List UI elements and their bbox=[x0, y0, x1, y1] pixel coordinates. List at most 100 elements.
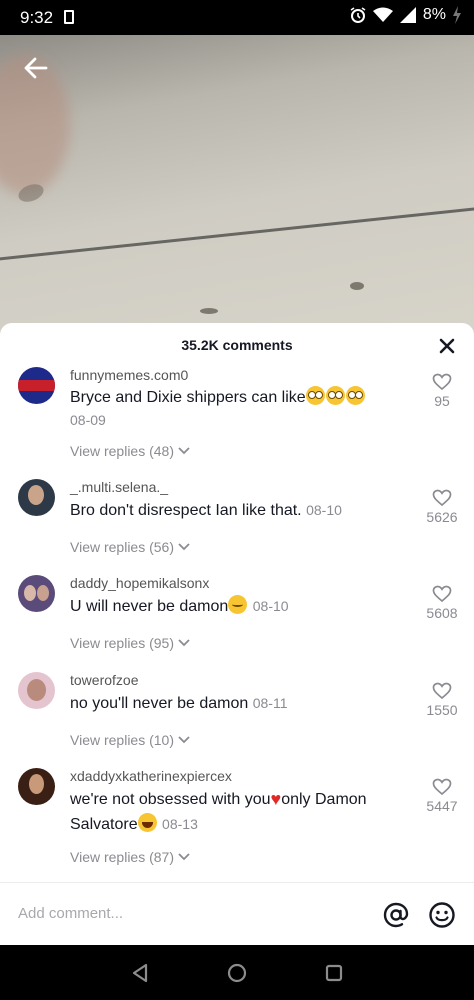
flushed-emoji-icon bbox=[345, 386, 365, 405]
video-frame-spot bbox=[350, 282, 364, 290]
heart-emoji-icon: ♥ bbox=[270, 789, 282, 809]
view-replies-label: View replies (56) bbox=[70, 539, 175, 555]
comment-text-content: Salvatore bbox=[70, 816, 138, 833]
comment-body: funnymemes.com0 Bryce and Dixie shippers… bbox=[70, 367, 418, 430]
wifi-icon bbox=[372, 7, 393, 22]
comment-text: we're not obsessed with you♥only Damon Sa… bbox=[70, 787, 418, 837]
avatar-logo-band bbox=[18, 380, 55, 391]
flushed-emoji-icon bbox=[325, 386, 345, 405]
alarm-icon bbox=[350, 7, 366, 23]
avatar[interactable] bbox=[18, 768, 55, 805]
status-bar: 9:32 8% bbox=[0, 0, 474, 35]
view-replies-button[interactable]: View replies (48) bbox=[70, 443, 190, 459]
like-count: 95 bbox=[434, 393, 450, 409]
comment-username[interactable]: funnymemes.com0 bbox=[70, 367, 418, 384]
like-button[interactable]: 95 bbox=[424, 373, 460, 409]
avatar-photo-shade bbox=[37, 585, 49, 601]
status-icons: 8% bbox=[349, 6, 462, 24]
comment-username[interactable]: _.multi.selena._ bbox=[70, 479, 418, 496]
charging-icon bbox=[453, 6, 461, 24]
view-replies-label: View replies (48) bbox=[70, 443, 175, 459]
comment-text-content: no you'll never be damon bbox=[70, 695, 249, 712]
comment-item: daddy_hopemikalsonx U will never be damo… bbox=[0, 575, 474, 635]
comment-date: 08-10 bbox=[306, 502, 342, 518]
avatar-photo-shade bbox=[24, 585, 36, 601]
comment-body: xdaddyxkatherinexpiercex we're not obses… bbox=[70, 768, 418, 837]
nav-back-icon[interactable] bbox=[128, 961, 152, 985]
comments-sheet: 35.2K comments funnymemes.com0 Bryce and… bbox=[0, 323, 474, 945]
signal-icon bbox=[399, 7, 416, 23]
view-replies-button[interactable]: View replies (56) bbox=[70, 539, 190, 555]
at-mention-icon[interactable] bbox=[382, 901, 410, 929]
comment-text: no you'll never be damon 08-11 bbox=[70, 691, 418, 716]
video-frame-stripe bbox=[0, 198, 474, 265]
chevron-down-icon bbox=[178, 853, 190, 861]
heart-outline-icon bbox=[432, 489, 452, 507]
view-replies-button[interactable]: View replies (87) bbox=[70, 849, 190, 865]
comment-text-content: Bro don't disrespect Ian like that. bbox=[70, 502, 302, 519]
comment-text: Bro don't disrespect Ian like that. 08-1… bbox=[70, 498, 418, 523]
view-replies-label: View replies (87) bbox=[70, 849, 175, 865]
heart-outline-icon bbox=[432, 682, 452, 700]
comment-username[interactable]: daddy_hopemikalsonx bbox=[70, 575, 418, 592]
avatar-photo-shade bbox=[28, 485, 44, 505]
system-nav-bar bbox=[0, 945, 474, 1000]
comment-date: 08-10 bbox=[252, 598, 289, 614]
add-comment-input[interactable]: Add comment... bbox=[18, 905, 123, 922]
comment-item: xdaddyxkatherinexpiercex we're not obses… bbox=[0, 768, 474, 858]
comment-input-bar: Add comment... bbox=[0, 882, 474, 945]
comment-item: towerofzoe no you'll never be damon 08-1… bbox=[0, 672, 474, 732]
heart-outline-icon bbox=[432, 373, 452, 391]
chevron-down-icon bbox=[178, 736, 190, 744]
video-frame-spot bbox=[200, 308, 218, 314]
view-replies-button[interactable]: View replies (10) bbox=[70, 732, 190, 748]
comment-text-content: U will never be damon bbox=[70, 598, 229, 615]
comment-item: _.multi.selena._ Bro don't disrespect Ia… bbox=[0, 479, 474, 539]
like-count: 5447 bbox=[426, 798, 458, 814]
avatar[interactable] bbox=[18, 479, 55, 516]
comment-username[interactable]: towerofzoe bbox=[70, 672, 418, 689]
comments-header: 35.2K comments bbox=[0, 323, 474, 369]
comment-date: 08-13 bbox=[162, 816, 198, 832]
heart-outline-icon bbox=[432, 585, 452, 603]
status-time: 9:32 bbox=[20, 8, 54, 27]
comment-date: 08-11 bbox=[252, 695, 288, 711]
avatar[interactable] bbox=[18, 367, 55, 404]
like-button[interactable]: 5447 bbox=[424, 778, 460, 814]
notification-icon bbox=[64, 10, 74, 24]
comment-text: Bryce and Dixie shippers can like bbox=[70, 386, 418, 410]
back-arrow-icon[interactable] bbox=[20, 52, 52, 84]
comment-text-content: Bryce and Dixie shippers can like bbox=[70, 389, 306, 406]
relieved-emoji-icon bbox=[228, 595, 248, 614]
close-icon[interactable] bbox=[438, 337, 456, 355]
chevron-down-icon bbox=[178, 639, 190, 647]
like-count: 5608 bbox=[426, 605, 458, 621]
comment-body: _.multi.selena._ Bro don't disrespect Ia… bbox=[70, 479, 418, 523]
smiley-icon[interactable] bbox=[428, 901, 456, 929]
flushed-emoji-icon bbox=[305, 386, 325, 405]
like-button[interactable]: 5626 bbox=[424, 489, 460, 525]
video-player[interactable] bbox=[0, 35, 474, 335]
like-button[interactable]: 5608 bbox=[424, 585, 460, 621]
avatar[interactable] bbox=[18, 575, 55, 612]
nav-recents-icon[interactable] bbox=[322, 961, 346, 985]
nav-home-icon[interactable] bbox=[225, 961, 249, 985]
view-replies-button[interactable]: View replies (95) bbox=[70, 635, 190, 651]
comment-body: towerofzoe no you'll never be damon 08-1… bbox=[70, 672, 418, 716]
comment-username[interactable]: xdaddyxkatherinexpiercex bbox=[70, 768, 418, 785]
view-replies-label: View replies (95) bbox=[70, 635, 175, 651]
comment-body: daddy_hopemikalsonx U will never be damo… bbox=[70, 575, 418, 619]
comments-count: 35.2K comments bbox=[181, 337, 293, 353]
comment-date: 08-09 bbox=[70, 412, 106, 428]
avatar[interactable] bbox=[18, 672, 55, 709]
view-replies-label: View replies (10) bbox=[70, 732, 175, 748]
smile-emoji-icon bbox=[137, 813, 157, 832]
chevron-down-icon bbox=[178, 447, 190, 455]
like-count: 5626 bbox=[426, 509, 458, 525]
comment-text-content: only Damon bbox=[281, 791, 367, 808]
heart-outline-icon bbox=[432, 778, 452, 796]
like-button[interactable]: 1550 bbox=[424, 682, 460, 718]
chevron-down-icon bbox=[178, 543, 190, 551]
comment-text: U will never be damon 08-10 bbox=[70, 594, 418, 619]
battery-percent: 8% bbox=[422, 6, 446, 23]
